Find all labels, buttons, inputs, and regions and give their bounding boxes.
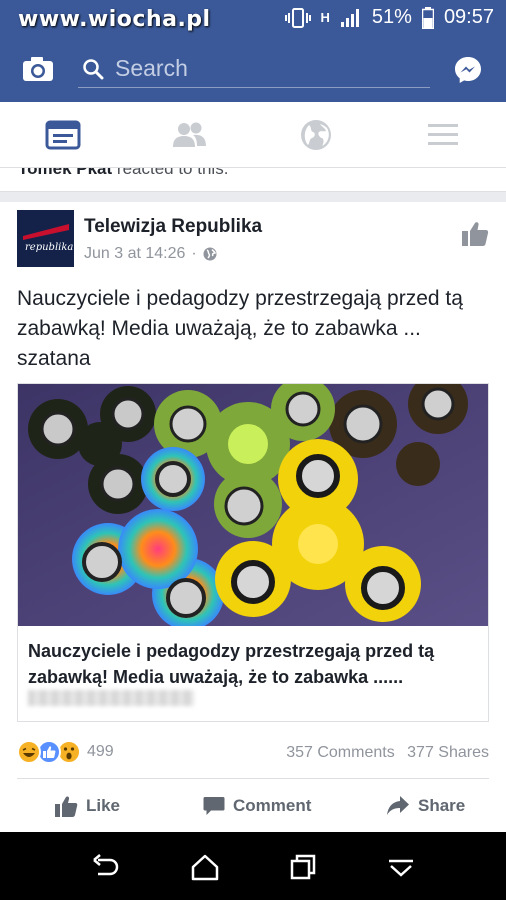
- vibrate-icon: [284, 7, 311, 28]
- share-button[interactable]: Share: [386, 792, 465, 820]
- messenger-icon[interactable]: [453, 55, 483, 85]
- globe-privacy-icon: [203, 247, 217, 261]
- previous-story-actor[interactable]: Tomek Pkat: [18, 168, 112, 178]
- battery-percent: 51%: [371, 6, 412, 28]
- action-divider: [17, 778, 489, 779]
- previous-story-text: Tomek Pkat reacted to this.: [18, 168, 228, 179]
- meta-separator: ·: [191, 245, 197, 262]
- tab-friends[interactable]: [170, 116, 210, 154]
- story-separator: [0, 192, 506, 202]
- post-text: Nauczyciele i pedagodzy przestrzegają pr…: [17, 287, 463, 370]
- search-icon: [83, 59, 104, 80]
- tab-bar: [0, 102, 506, 168]
- network-type: H: [320, 10, 330, 25]
- comments-count[interactable]: 357 Comments: [286, 744, 395, 761]
- watermark: www.wiocha.pl: [18, 7, 211, 32]
- reaction-summary[interactable]: 499: [17, 740, 114, 764]
- status-indicators: H 51% 09:57: [284, 6, 494, 29]
- republika-logo: republika: [17, 210, 74, 267]
- link-image[interactable]: [18, 384, 488, 626]
- search-placeholder: Search: [115, 55, 188, 81]
- link-domain-blurred: [28, 690, 194, 706]
- friends-icon: [173, 122, 206, 147]
- like-label: Like: [86, 796, 121, 815]
- share-label: Share: [418, 796, 466, 815]
- comment-button[interactable]: Comment: [203, 792, 311, 820]
- comment-label: Comment: [233, 796, 312, 815]
- tab-notifications[interactable]: [296, 116, 336, 154]
- battery-icon: [421, 6, 434, 29]
- fidget-spinners-photo: [18, 384, 488, 626]
- page-like-icon[interactable]: [461, 220, 489, 248]
- page-avatar[interactable]: republika: [17, 210, 74, 267]
- signal-icon: [340, 8, 359, 27]
- status-bar: www.wiocha.pl H 51% 09:57: [0, 0, 506, 36]
- camera-icon[interactable]: [22, 56, 54, 82]
- avatar-text: republika: [25, 242, 73, 253]
- search-input[interactable]: Search: [78, 50, 430, 88]
- recent-apps-icon[interactable]: [288, 852, 318, 882]
- reaction-count: 499: [87, 743, 114, 760]
- back-icon[interactable]: [90, 852, 120, 882]
- like-icon: [55, 796, 78, 817]
- home-icon[interactable]: [190, 852, 220, 882]
- system-nav-bar: [0, 832, 506, 900]
- comment-icon: [203, 797, 225, 815]
- post-date[interactable]: Jun 3 at 14:26: [84, 245, 185, 263]
- post-header: republika Telewizja Republika Jun 3 at 1…: [0, 202, 506, 274]
- tab-menu[interactable]: [423, 116, 463, 154]
- previous-story-strip: Tomek Pkat reacted to this.: [0, 168, 506, 192]
- link-title[interactable]: Nauczyciele i pedagodzy przestrzegają pr…: [28, 638, 478, 690]
- haha-reaction-icon: [17, 740, 41, 764]
- share-icon: [387, 796, 409, 815]
- page-name[interactable]: Telewizja Republika: [84, 216, 262, 238]
- previous-story-activity: reacted to this.: [116, 168, 229, 178]
- menu-icon: [428, 124, 458, 145]
- post-meta: Jun 3 at 14:26 ·: [84, 245, 217, 263]
- tab-news-feed[interactable]: [43, 116, 83, 154]
- clock: 09:57: [443, 6, 494, 28]
- shares-count[interactable]: 377 Shares: [407, 744, 489, 761]
- hide-nav-icon[interactable]: [386, 852, 416, 882]
- top-bar: Search: [0, 36, 506, 102]
- globe-icon: [301, 120, 331, 150]
- news-feed-icon: [45, 120, 81, 150]
- engagement-counts: 357 Comments 377 Shares: [286, 744, 489, 762]
- link-preview-card[interactable]: Nauczyciele i pedagodzy przestrzegają pr…: [17, 383, 489, 722]
- like-button[interactable]: Like: [54, 792, 120, 820]
- news-feed: Tomek Pkat reacted to this. republika Te…: [0, 168, 506, 832]
